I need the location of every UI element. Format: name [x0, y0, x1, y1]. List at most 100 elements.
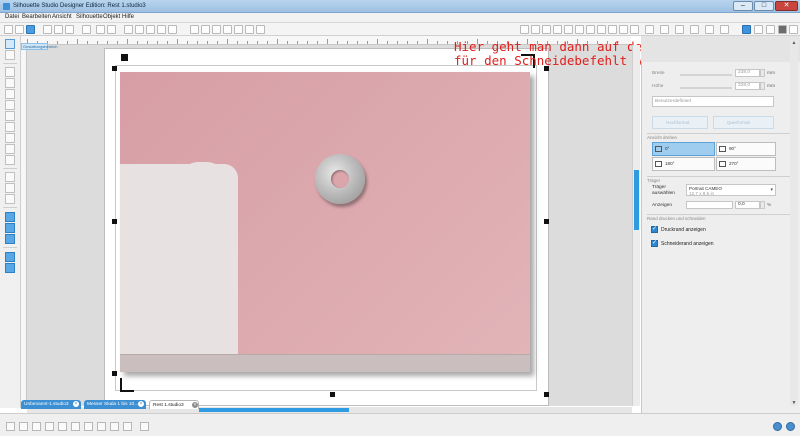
selection-handle[interactable]: [112, 371, 117, 376]
ungroup-icon[interactable]: [212, 25, 221, 34]
open-icon[interactable]: [15, 25, 24, 34]
selection-handle[interactable]: [544, 219, 549, 224]
menu-silhouette[interactable]: Silhouette: [76, 14, 103, 20]
arc-tool-icon[interactable]: [5, 133, 15, 143]
tab-close-icon[interactable]: ×: [192, 402, 198, 408]
width-stepper[interactable]: [760, 69, 765, 77]
height-field[interactable]: 228,0: [735, 82, 760, 90]
selection-handle[interactable]: [544, 392, 549, 397]
copy-icon[interactable]: [54, 25, 63, 34]
send-panel-icon[interactable]: [778, 25, 787, 34]
paste-icon[interactable]: [65, 25, 74, 34]
width-slider[interactable]: [680, 74, 732, 76]
selection-handle[interactable]: [112, 66, 117, 71]
selection-handle[interactable]: [112, 219, 117, 224]
menu-help[interactable]: Hilfe: [122, 14, 134, 20]
offset-icon[interactable]: [608, 25, 617, 34]
menu-object[interactable]: Objekt: [103, 14, 120, 20]
release-compound-icon[interactable]: [123, 422, 132, 431]
new-icon[interactable]: [4, 25, 13, 34]
show-stepper[interactable]: [760, 201, 765, 209]
save-icon[interactable]: [26, 25, 35, 34]
zoom-out-icon[interactable]: [146, 25, 155, 34]
height-slider[interactable]: [680, 87, 732, 89]
rotate-90-button[interactable]: 90°: [716, 142, 776, 156]
tab-unbenannt[interactable]: Unbenannt-1.studio3 ×: [21, 400, 81, 409]
curve-tool-icon[interactable]: [5, 122, 15, 132]
carrier-opacity-slider[interactable]: [686, 201, 733, 209]
replicate-icon[interactable]: [256, 25, 265, 34]
transform-icon[interactable]: [597, 25, 606, 34]
library-icon[interactable]: [630, 25, 639, 34]
panel-toggle-icon[interactable]: [789, 25, 798, 34]
preferences-icon[interactable]: [786, 422, 795, 431]
zoom-page-icon[interactable]: [168, 25, 177, 34]
line-tool-icon[interactable]: [5, 67, 15, 77]
crop-icon[interactable]: [97, 422, 106, 431]
scroll-up-icon[interactable]: ▲: [791, 40, 797, 46]
height-stepper[interactable]: [760, 82, 765, 90]
layers-icon[interactable]: [720, 25, 729, 34]
undo-icon[interactable]: [96, 25, 105, 34]
align-icon[interactable]: [190, 25, 199, 34]
carrier-select[interactable]: Portrait CAMEO 12,7 x 8,5 in ▾: [686, 184, 776, 196]
tab-messer-skala[interactable]: Messer Skala 1 bis 10... ×: [84, 400, 146, 409]
fill-panel-icon[interactable]: [754, 25, 763, 34]
cut-settings-icon[interactable]: [675, 25, 684, 34]
zoom-in-icon[interactable]: [135, 25, 144, 34]
page-size-select[interactable]: Benutzerdefiniert: [652, 96, 774, 107]
send-to-cutter-icon[interactable]: [705, 25, 714, 34]
panel-scrollbar[interactable]: ▲ ▼: [790, 40, 798, 406]
scrollbar-thumb[interactable]: [634, 170, 639, 230]
landscape-button[interactable]: Querformat: [713, 116, 774, 129]
menu-edit[interactable]: Bearbeiten: [22, 14, 51, 20]
show-value-field[interactable]: 0,0: [735, 201, 760, 209]
tab-close-icon[interactable]: ×: [138, 401, 144, 407]
split-view-icon[interactable]: [5, 263, 15, 273]
print-cut-icon[interactable]: [690, 25, 699, 34]
print-border-checkbox[interactable]: ✓: [651, 226, 658, 233]
settings-gear-icon[interactable]: [773, 422, 782, 431]
pattern-icon[interactable]: [575, 25, 584, 34]
page-settings-tab-icon[interactable]: [742, 25, 751, 34]
edit-points-icon[interactable]: [5, 50, 15, 60]
page-setup-icon[interactable]: [520, 25, 529, 34]
design-store-icon[interactable]: [766, 25, 775, 34]
scroll-down-icon[interactable]: ▼: [791, 400, 797, 406]
eraser-tool-icon[interactable]: [5, 183, 15, 193]
trace-icon[interactable]: [619, 25, 628, 34]
rotate-180-button[interactable]: 180°: [652, 157, 715, 171]
knife-tool-icon[interactable]: [5, 194, 15, 204]
portrait-button[interactable]: Hochformat: [652, 116, 708, 129]
intersect-icon[interactable]: [84, 422, 93, 431]
selection-handle[interactable]: [330, 392, 335, 397]
freehand-tool-icon[interactable]: [5, 144, 15, 154]
rotate-270-button[interactable]: 270°: [716, 157, 776, 171]
maximize-button[interactable]: □: [754, 1, 774, 11]
rounded-rect-tool-icon[interactable]: [5, 89, 15, 99]
grid-icon[interactable]: [531, 25, 540, 34]
redo-icon[interactable]: [107, 25, 116, 34]
cut-icon[interactable]: [43, 25, 52, 34]
text-style-icon[interactable]: [586, 25, 595, 34]
smooth-freehand-icon[interactable]: [5, 155, 15, 165]
arrange-icon[interactable]: [245, 25, 254, 34]
zoom-in-icon[interactable]: [6, 422, 15, 431]
library-view-icon[interactable]: [5, 212, 15, 222]
group-icon[interactable]: [201, 25, 210, 34]
width-field[interactable]: 238,0: [735, 69, 760, 77]
select-tool-icon[interactable]: [5, 39, 15, 49]
minimize-button[interactable]: –: [733, 1, 753, 11]
zoom-out-icon[interactable]: [19, 422, 28, 431]
subtract-icon[interactable]: [71, 422, 80, 431]
panel-view-icon[interactable]: [5, 252, 15, 262]
tab-rest-1[interactable]: Rest 1.studio3 ×: [149, 400, 199, 409]
trace-area-icon[interactable]: [140, 422, 149, 431]
menu-view[interactable]: Ansicht: [52, 14, 72, 20]
menu-file[interactable]: Datei: [5, 14, 19, 20]
polygon-tool-icon[interactable]: [5, 111, 15, 121]
duplicate-icon[interactable]: [223, 25, 232, 34]
hand-tool-icon[interactable]: [124, 25, 133, 34]
cut-border-checkbox[interactable]: ✓: [651, 240, 658, 247]
zoom-fit-icon[interactable]: [32, 422, 41, 431]
